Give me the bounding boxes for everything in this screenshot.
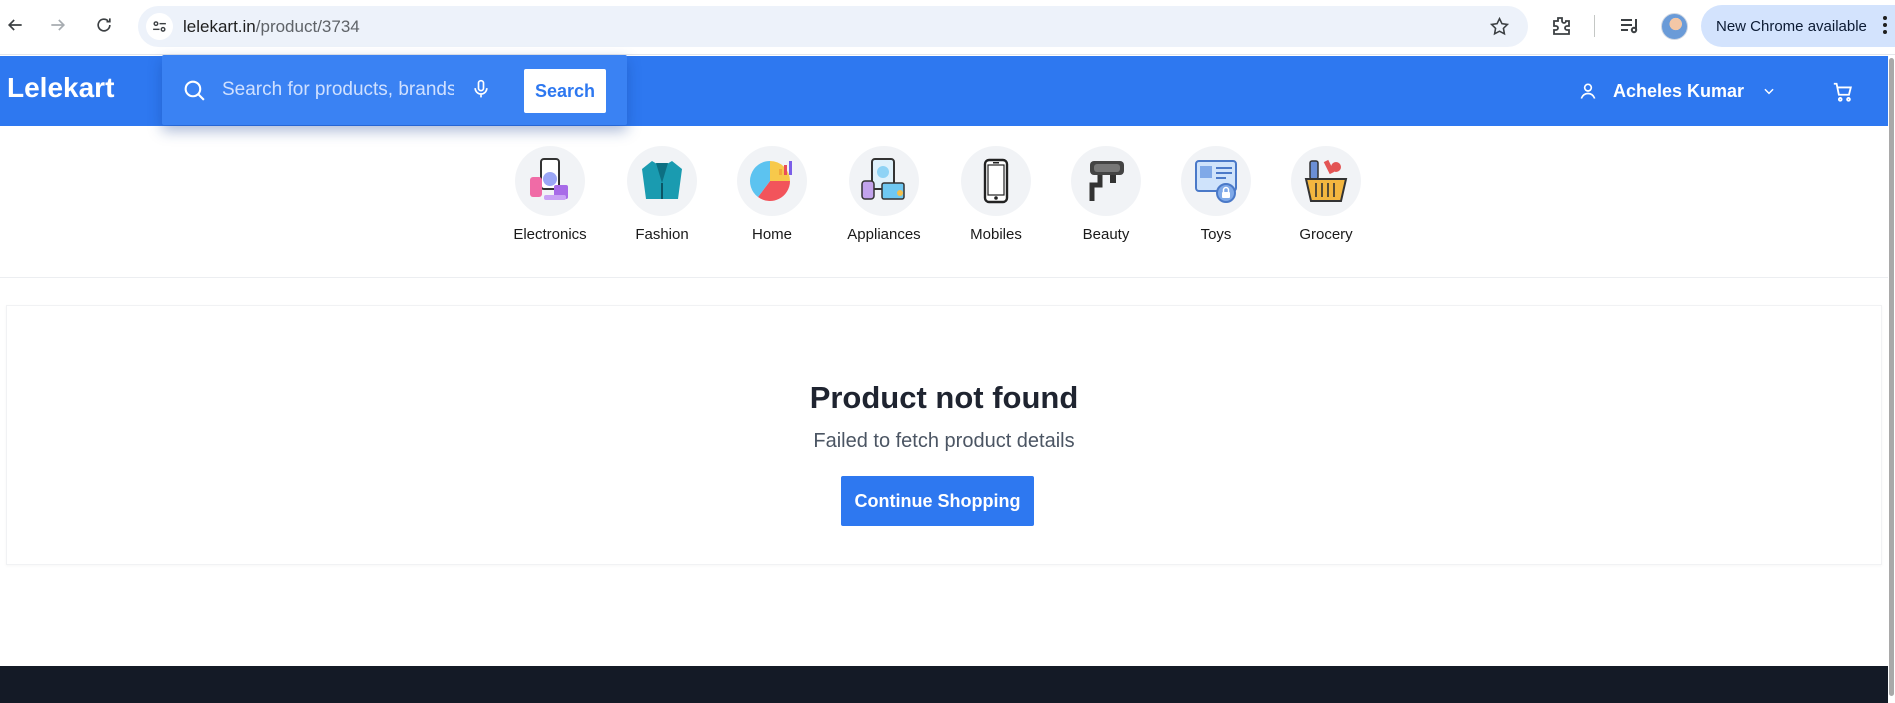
site-footer: [0, 666, 1888, 703]
extensions-icon[interactable]: [1549, 14, 1573, 38]
chevron-down-icon: [1764, 88, 1774, 95]
category-label: Appliances: [847, 226, 921, 243]
electronics-icon: [515, 146, 585, 216]
scrollbar-thumb[interactable]: [1889, 58, 1894, 696]
search-bar: Search: [162, 55, 627, 125]
not-found-panel: Product not found Failed to fetch produc…: [6, 305, 1882, 565]
reload-icon[interactable]: [92, 13, 116, 37]
category-label: Grocery: [1299, 226, 1353, 243]
update-label: New Chrome available: [1716, 17, 1867, 35]
site-info-icon[interactable]: [146, 13, 173, 40]
category-toys[interactable]: Toys: [1161, 146, 1271, 243]
user-icon: [1580, 83, 1596, 99]
account-name: Acheles Kumar: [1613, 80, 1745, 101]
appliances-icon: [849, 146, 919, 216]
menu-dots-icon[interactable]: [1883, 16, 1887, 37]
category-label: Electronics: [513, 226, 587, 243]
toolbar-divider: [1594, 15, 1595, 37]
category-label: Beauty: [1082, 226, 1130, 243]
category-label: Fashion: [635, 226, 689, 243]
category-label: Toys: [1200, 226, 1232, 243]
page-title: Product not found: [809, 380, 1079, 415]
continue-shopping-button[interactable]: Continue Shopping: [841, 476, 1034, 526]
search-icon: [184, 80, 205, 101]
address-bar[interactable]: lelekart.in/product/3734: [138, 6, 1528, 47]
category-beauty[interactable]: Beauty: [1051, 146, 1161, 243]
mobiles-icon: [961, 146, 1031, 216]
url-text: lelekart.in/product/3734: [183, 17, 360, 36]
search-button[interactable]: Search: [524, 69, 606, 113]
media-controls-icon[interactable]: [1618, 14, 1642, 38]
category-home[interactable]: Home: [717, 146, 827, 243]
toys-icon: [1181, 146, 1251, 216]
category-label: Home: [751, 226, 792, 243]
beauty-icon: [1071, 146, 1141, 216]
home-icon: [737, 146, 807, 216]
grocery-icon: [1291, 146, 1361, 216]
search-input[interactable]: [222, 74, 454, 106]
forward-icon[interactable]: [46, 13, 70, 37]
microphone-icon[interactable]: [471, 78, 491, 100]
fashion-icon: [627, 146, 697, 216]
category-label: Mobiles: [970, 226, 1022, 243]
back-icon[interactable]: [3, 13, 27, 37]
category-grocery[interactable]: Grocery: [1271, 146, 1381, 243]
category-appliances[interactable]: Appliances: [829, 146, 939, 243]
chrome-update-button[interactable]: New Chrome available: [1701, 5, 1895, 47]
site-logo[interactable]: Lelekart: [7, 72, 114, 104]
browser-toolbar: lelekart.in/product/3734 New Chrome avai…: [0, 0, 1895, 55]
error-message: Failed to fetch product details: [813, 430, 1075, 452]
account-menu[interactable]: Acheles Kumar: [1578, 78, 1776, 104]
category-electronics[interactable]: Electronics: [495, 146, 605, 243]
profile-avatar[interactable]: [1661, 13, 1688, 40]
category-fashion[interactable]: Fashion: [607, 146, 717, 243]
cart-icon[interactable]: [1832, 81, 1854, 103]
category-mobiles[interactable]: Mobiles: [941, 146, 1051, 243]
bookmark-star-icon[interactable]: [1489, 16, 1510, 37]
category-strip: Electronics Fashion Home Appliances Mobi…: [0, 126, 1888, 278]
